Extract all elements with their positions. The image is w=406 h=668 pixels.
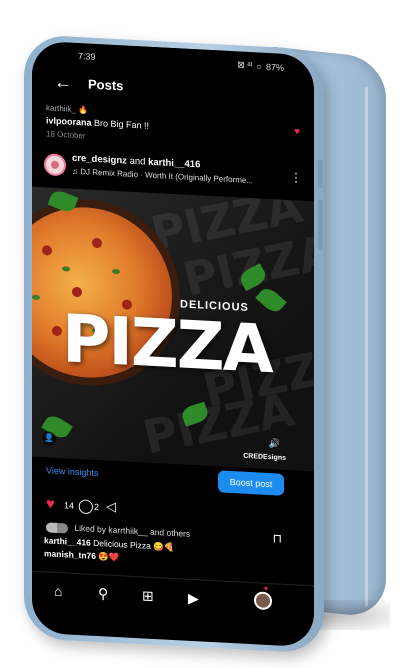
comment-user[interactable]: ivlpoorana xyxy=(46,115,92,127)
tag-people-icon[interactable]: 👤 xyxy=(42,431,56,446)
signal-icon: ⊠ ᵃᵗ xyxy=(237,59,253,71)
caption-user: karthi__416 xyxy=(44,535,91,548)
previous-comment: karthiik_ 🔥 ivlpoorana Bro Big Fan !! 18… xyxy=(46,101,296,153)
share-icon[interactable]: ◁ xyxy=(106,498,116,515)
post-avatar[interactable] xyxy=(44,153,66,177)
bottom-nav: ⌂ ⚲ ⊞ ▶ ♥ xyxy=(32,570,314,626)
post-image[interactable]: PIZZA PIZZA PIZZA PIZZA DELICIOUS PIZZA … xyxy=(32,186,314,472)
volume-button xyxy=(318,160,323,188)
back-arrow-icon[interactable]: ← xyxy=(54,72,72,94)
power-button xyxy=(318,200,323,250)
phone-screen: 7:39 ⊠ ᵃᵗ ○ 87% ← Posts karthiik_ 🔥 ivlp… xyxy=(32,40,314,648)
volume-icon[interactable]: 🔊 xyxy=(269,438,280,450)
more-options-icon[interactable]: ⋮ xyxy=(290,170,302,185)
boost-post-button[interactable]: Boost post xyxy=(218,470,284,496)
liker-avatars xyxy=(46,522,68,534)
bg-word-4: PIZZA xyxy=(137,382,300,465)
search-icon[interactable]: ⚲ xyxy=(98,585,108,603)
sub-comment: manish_tn76 😍❤️ xyxy=(44,548,120,563)
post-header: cre_designz and karthi__416 ♫ DJ Remix R… xyxy=(44,149,306,195)
like-count[interactable]: 14 xyxy=(64,500,74,511)
reels-icon[interactable]: ▶ xyxy=(188,590,199,608)
author-2: karthi__416 xyxy=(148,156,201,171)
view-insights-link[interactable]: View insights xyxy=(46,465,98,478)
sub-comment-text: 😍❤️ xyxy=(98,551,120,563)
home-icon[interactable]: ⌂ xyxy=(54,583,62,599)
caption-text: Delicious Pizza 😋🍕 xyxy=(93,537,175,553)
page-title: Posts xyxy=(88,76,124,94)
liked-by-text: Liked by karrthiik__ and others xyxy=(74,522,191,539)
author-connector: and xyxy=(129,155,146,168)
brand-watermark: CREDEsigns xyxy=(243,452,286,462)
like-heart-icon[interactable]: ♥ xyxy=(46,495,55,512)
author-1: cre_designz xyxy=(72,152,127,167)
bookmark-icon[interactable]: ⊓ xyxy=(273,531,282,545)
comment-icon[interactable]: ◯ xyxy=(78,497,94,515)
battery-level: 87% xyxy=(265,61,284,73)
comment-like-heart-icon[interactable]: ♥ xyxy=(294,126,300,137)
pizza-title: PIZZA xyxy=(62,300,272,389)
status-time: 7:39 xyxy=(78,51,96,62)
notch xyxy=(136,46,228,75)
add-post-icon[interactable]: ⊞ xyxy=(142,587,154,605)
post-music[interactable]: ♫ DJ Remix Radio · Worth It (Originally … xyxy=(72,167,253,185)
comment-text: Bro Big Fan !! xyxy=(94,117,150,131)
comment-count[interactable]: 2 xyxy=(94,502,99,512)
sub-comment-user: manish_tn76 xyxy=(44,548,96,561)
profile-avatar[interactable] xyxy=(254,591,272,611)
battery-icon: ○ xyxy=(256,60,262,72)
